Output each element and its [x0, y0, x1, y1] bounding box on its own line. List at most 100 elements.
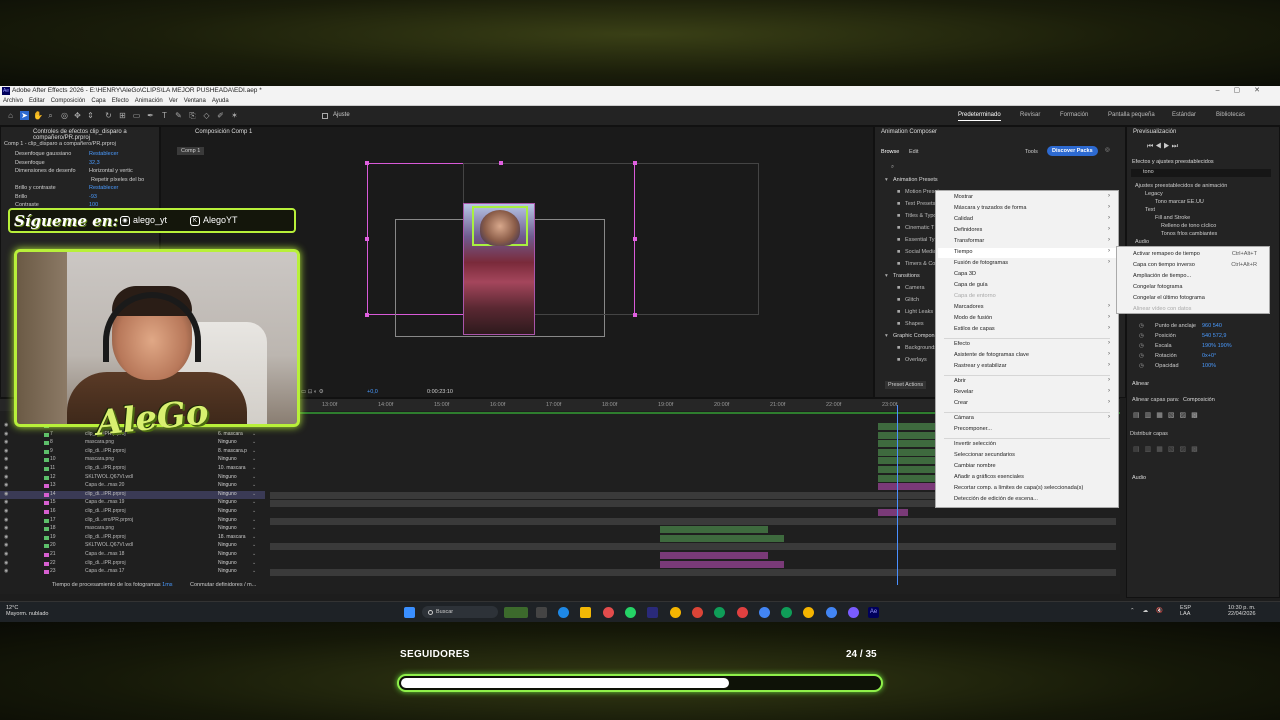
- layer-track-bar[interactable]: [878, 474, 936, 482]
- chrome-icon[interactable]: [803, 607, 814, 618]
- layer-name[interactable]: clip_di...iPR.prproj: [85, 560, 126, 566]
- timeline-layer-row[interactable]: ◉ 10 mascara.png Ninguno ⌄: [0, 456, 265, 464]
- submenu-item[interactable]: Activar remapeo de tiempo: [1133, 251, 1200, 257]
- tab-edit[interactable]: Edit: [909, 149, 918, 155]
- pan-behind-tool-icon[interactable]: ⊞: [118, 111, 127, 120]
- context-menu-item[interactable]: Modo de fusión: [954, 315, 992, 321]
- clone-tool-icon[interactable]: ⎘: [188, 111, 197, 120]
- preset-category[interactable]: Light Leaks: [905, 309, 933, 315]
- visibility-eye-icon[interactable]: ◉: [4, 439, 8, 445]
- preset-tree-item[interactable]: Relleno de tono cíclico: [1161, 223, 1216, 229]
- context-menu-item[interactable]: Revelar: [954, 389, 973, 395]
- layer-track-bar[interactable]: [660, 560, 784, 568]
- transform-handle[interactable]: [365, 237, 369, 241]
- timeline-layer-row[interactable]: ◉ 11 clip_di...iPR.prproj 10. mascara ⌄: [0, 465, 265, 473]
- visibility-eye-icon[interactable]: ◉: [4, 525, 8, 531]
- stopwatch-icon[interactable]: ◷: [1139, 363, 1144, 369]
- menu-animación[interactable]: Animación: [135, 98, 163, 104]
- chrome-icon[interactable]: [781, 607, 792, 618]
- layer-parent-select[interactable]: Ninguno: [218, 474, 237, 480]
- keyboard-language[interactable]: ESP LAA: [1180, 605, 1191, 617]
- text-tool-icon[interactable]: T: [160, 111, 169, 120]
- submenu-item[interactable]: Capa con tiempo inverso: [1133, 262, 1195, 268]
- layer-name[interactable]: clip_di...iPR.prproj: [85, 491, 126, 497]
- tab-browse[interactable]: Browse: [881, 149, 899, 155]
- layer-track-bar[interactable]: [878, 448, 936, 456]
- layer-color-label[interactable]: [44, 544, 49, 549]
- chevron-down-icon[interactable]: ⌄: [252, 551, 256, 557]
- layer-track-bar[interactable]: [878, 457, 936, 465]
- transform-handle[interactable]: [633, 313, 637, 317]
- transform-handle[interactable]: [633, 161, 637, 165]
- visibility-eye-icon[interactable]: ◉: [4, 551, 8, 557]
- preset-tree-item[interactable]: Fill and Stroke: [1155, 215, 1190, 221]
- chevron-down-icon[interactable]: ⌄: [252, 542, 256, 548]
- visibility-eye-icon[interactable]: ◉: [4, 499, 8, 505]
- layer-name[interactable]: clip_di...ero/PR.prproj: [85, 517, 133, 523]
- submenu-item[interactable]: Congelar fotograma: [1133, 284, 1182, 290]
- layer-track-bar[interactable]: [878, 440, 936, 448]
- transform-handle[interactable]: [365, 313, 369, 317]
- visibility-eye-icon[interactable]: ◉: [4, 542, 8, 548]
- stopwatch-icon[interactable]: ◷: [1139, 343, 1144, 349]
- layer-name[interactable]: Capa de...mas 18: [85, 551, 124, 557]
- visibility-eye-icon[interactable]: ◉: [4, 508, 8, 514]
- after-effects-taskbar-icon[interactable]: Ae: [868, 607, 879, 618]
- workspace-3[interactable]: Pantalla pequeña: [1108, 112, 1155, 118]
- effect-row-value[interactable]: Restablecer: [89, 151, 118, 157]
- timeline-layer-row[interactable]: ◉ 16 clip_di...iPR.prproj Ninguno ⌄: [0, 508, 265, 516]
- home-icon[interactable]: ⌂: [6, 111, 15, 120]
- transform-handle[interactable]: [633, 237, 637, 241]
- layer-color-label[interactable]: [44, 535, 49, 540]
- timeline-layer-row[interactable]: ◉ 13 Capa de...mas 20 Ninguno ⌄: [0, 482, 265, 490]
- visibility-eye-icon[interactable]: ◉: [4, 456, 8, 462]
- visibility-eye-icon[interactable]: ◉: [4, 474, 8, 480]
- effect-row-value[interactable]: Horizontal y vertic: [89, 168, 133, 174]
- layer-track-bar[interactable]: [270, 569, 1116, 577]
- context-menu-item[interactable]: Rastrear y estabilizar: [954, 363, 1007, 369]
- preset-actions-button[interactable]: Preset Actions: [885, 381, 927, 389]
- layer-name[interactable]: Capa de...mas 17: [85, 568, 124, 574]
- context-menu-item[interactable]: Añadir a gráficos esenciales: [954, 474, 1024, 480]
- context-menu-item[interactable]: Crear: [954, 400, 968, 406]
- start-icon[interactable]: [404, 607, 415, 618]
- layer-parent-select[interactable]: Ninguno: [218, 525, 237, 531]
- search-icon[interactable]: ⌕: [891, 164, 894, 171]
- comp-footer-icons[interactable]: ▭ ⊡ ◐ ⚙: [301, 389, 324, 395]
- workspace-0[interactable]: Predeterminado: [958, 112, 1001, 121]
- menu-ventana[interactable]: Ventana: [184, 98, 206, 104]
- layer-color-label[interactable]: [44, 510, 49, 514]
- context-menu-item[interactable]: Máscara y trazados de forma: [954, 205, 1026, 211]
- timeline-layer-row[interactable]: ◉ 21 Capa de...mas 18 Ninguno ⌄: [0, 551, 265, 559]
- layer-parent-select[interactable]: Ninguno: [218, 551, 237, 557]
- context-menu-item[interactable]: Cámara: [954, 415, 974, 421]
- menu-capa[interactable]: Capa: [91, 98, 105, 104]
- chevron-down-icon[interactable]: ⌄: [252, 560, 256, 566]
- chrome-icon[interactable]: [670, 607, 681, 618]
- context-menu-item[interactable]: Capa 3D: [954, 271, 976, 277]
- composition-tab[interactable]: Composición Comp 1: [195, 129, 252, 135]
- visibility-eye-icon[interactable]: ◉: [4, 422, 8, 428]
- layer-parent-select[interactable]: 8. mascara.p: [218, 448, 247, 454]
- context-menu-item[interactable]: Transformar: [954, 238, 984, 244]
- layer-track-bar[interactable]: [878, 431, 936, 439]
- stopwatch-icon[interactable]: ◷: [1139, 323, 1144, 329]
- effects-presets-title[interactable]: Efectos y ajustes preestablecidos: [1132, 159, 1214, 165]
- timeline-layer-row[interactable]: ◉ 20 SKLTWOL.Q67VI.wdl Ninguno ⌄: [0, 542, 265, 550]
- layer-color-label[interactable]: [44, 484, 49, 489]
- orbit-tool-icon[interactable]: ◎: [60, 111, 69, 120]
- layer-color-label[interactable]: [44, 570, 49, 575]
- chevron-down-icon[interactable]: ⌄: [252, 465, 256, 471]
- context-menu-item[interactable]: Fusión de fotogramas: [954, 260, 1008, 266]
- selection-tool-icon[interactable]: ➤: [20, 111, 29, 120]
- hand-tool-icon[interactable]: ✋: [33, 111, 43, 120]
- transform-value[interactable]: 540 572,9: [1202, 333, 1226, 339]
- audio-panel-title[interactable]: Audio: [1132, 475, 1146, 481]
- workspace-5[interactable]: Bibliotecas: [1216, 112, 1245, 118]
- preset-category[interactable]: Graphic Compon: [893, 333, 935, 339]
- context-menu-item[interactable]: Marcadores: [954, 304, 984, 310]
- layer-name[interactable]: SKLTWOL.Q67VI.wdl: [85, 474, 133, 480]
- preset-category[interactable]: Social Media: [905, 249, 937, 255]
- snap-checkbox[interactable]: [322, 113, 328, 119]
- playback-controls-icon[interactable]: ⏮ ◀ ▶ ⏭: [1147, 143, 1178, 151]
